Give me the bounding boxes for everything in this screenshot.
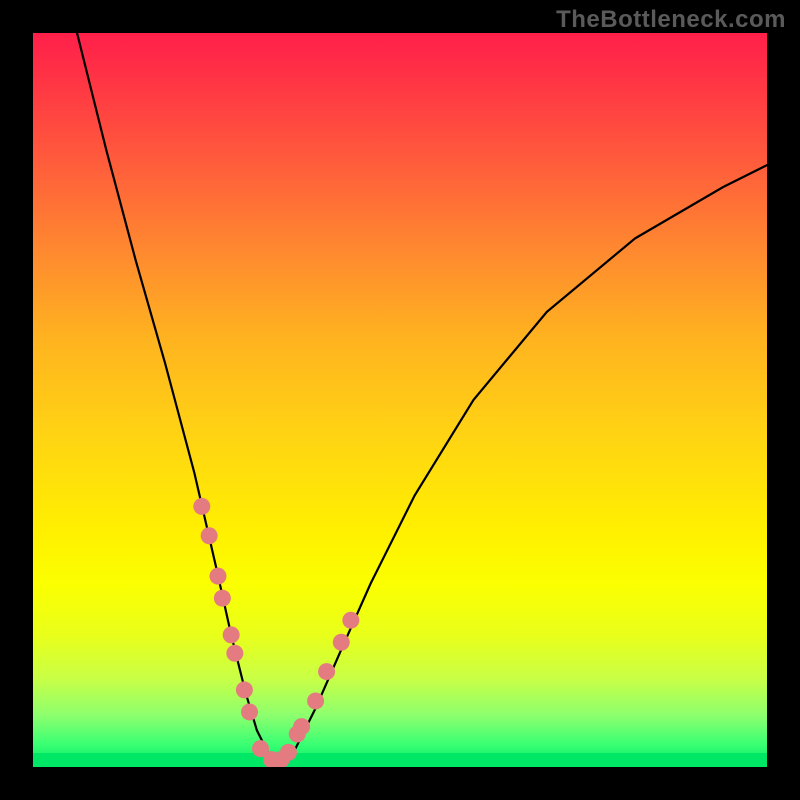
marker-dot [241,703,258,720]
marker-dot [280,744,297,761]
marker-dot [333,634,350,651]
marker-dot [209,568,226,585]
marker-dot [193,498,210,515]
watermark-text: TheBottleneck.com [556,6,786,34]
marker-dot [236,681,253,698]
marker-dot [318,663,335,680]
chart-frame: TheBottleneck.com [0,0,800,800]
marker-dot [342,612,359,629]
marker-group [193,498,359,767]
marker-dot [293,718,310,735]
bottleneck-curve [77,33,767,763]
marker-dot [214,590,231,607]
marker-dot [226,645,243,662]
plot-area [33,33,767,767]
marker-dot [201,527,218,544]
curve-svg [33,33,767,767]
marker-dot [307,692,324,709]
marker-dot [223,626,240,643]
